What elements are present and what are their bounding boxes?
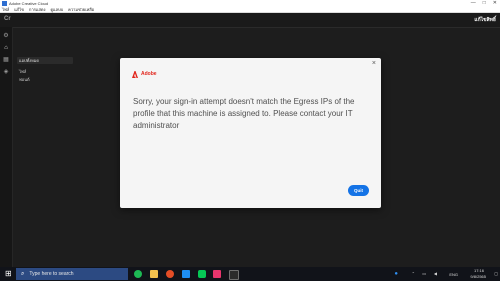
close-window-button[interactable]: ✕: [493, 0, 497, 7]
account-name[interactable]: แก้ไขสิทธิ์: [474, 16, 496, 24]
menu-help[interactable]: ความช่วยเหลือ: [68, 7, 94, 12]
minimize-button[interactable]: —: [471, 0, 476, 7]
sidebar-item-files[interactable]: ไฟล์: [19, 68, 26, 75]
clock-time[interactable]: 17:16: [474, 268, 484, 273]
menu-file[interactable]: ไฟล์: [2, 7, 9, 12]
line-icon[interactable]: [198, 270, 206, 278]
left-rail: ⚙ ⌂ ▦ ◈: [0, 27, 13, 267]
search-placeholder: Type here to search: [29, 271, 74, 277]
system-tray: ● ⌃ ▭ ◀ ENG 17:16 9/8/2565 ▢: [388, 267, 498, 281]
notifications-icon[interactable]: ▢: [494, 271, 498, 276]
app-pink-icon[interactable]: [213, 270, 221, 278]
creative-cloud-taskbar-icon[interactable]: [229, 270, 239, 280]
home-icon[interactable]: ⌂: [3, 45, 9, 51]
notification-badge-icon[interactable]: ●: [394, 271, 398, 277]
network-icon[interactable]: ▭: [422, 271, 426, 276]
error-message: Sorry, your sign-in attempt doesn't matc…: [133, 97, 355, 130]
sign-in-error-dialog: × Adobe Sorry, your sign-in attempt does…: [120, 58, 381, 208]
spotify-icon[interactable]: [134, 270, 142, 278]
menu-manage[interactable]: ดูแลบบ: [50, 7, 63, 12]
window-title-bar: Adobe Creative Cloud — □ ✕: [0, 0, 500, 7]
window-title: Adobe Creative Cloud: [9, 1, 49, 6]
window-controls: — □ ✕: [471, 0, 497, 7]
taskbar-search[interactable]: ⌕ Type here to search: [16, 268, 128, 280]
app-logo: Cr: [4, 16, 11, 22]
taskbar: ⊞ ⌕ Type here to search ● ⌃ ▭ ◀ ENG 17:1…: [0, 267, 500, 281]
sidebar-item-fonts[interactable]: ฟอนต์: [19, 76, 30, 83]
app-blue-icon[interactable]: [182, 270, 190, 278]
sidebar-item-all-apps[interactable]: แอปทั้งหมด: [17, 57, 73, 64]
menu-edit[interactable]: แก้ไข: [14, 7, 24, 12]
search-icon: ⌕: [21, 270, 25, 277]
clock-date[interactable]: 9/8/2565: [470, 274, 486, 279]
file-explorer-icon[interactable]: [150, 270, 158, 278]
app-header: Cr แก้ไขสิทธิ์: [0, 13, 500, 28]
creative-cloud-app-icon: [2, 1, 7, 6]
tray-expand-icon[interactable]: ⌃: [412, 271, 415, 276]
fonts-icon[interactable]: ◈: [3, 69, 9, 75]
language-indicator[interactable]: ENG: [449, 272, 458, 277]
brand-name: Adobe: [141, 71, 157, 77]
settings-icon[interactable]: ⚙: [3, 33, 9, 39]
maximize-button[interactable]: □: [483, 0, 486, 7]
windows-start-icon[interactable]: ⊞: [5, 270, 13, 278]
apps-icon[interactable]: ▦: [3, 57, 9, 63]
close-icon[interactable]: ×: [372, 60, 376, 67]
chrome-icon[interactable]: [166, 270, 174, 278]
volume-icon[interactable]: ◀: [434, 271, 437, 276]
menu-view[interactable]: การแสดง: [29, 7, 45, 12]
quit-button[interactable]: Quit: [348, 185, 369, 196]
adobe-logo-icon: [132, 71, 138, 78]
